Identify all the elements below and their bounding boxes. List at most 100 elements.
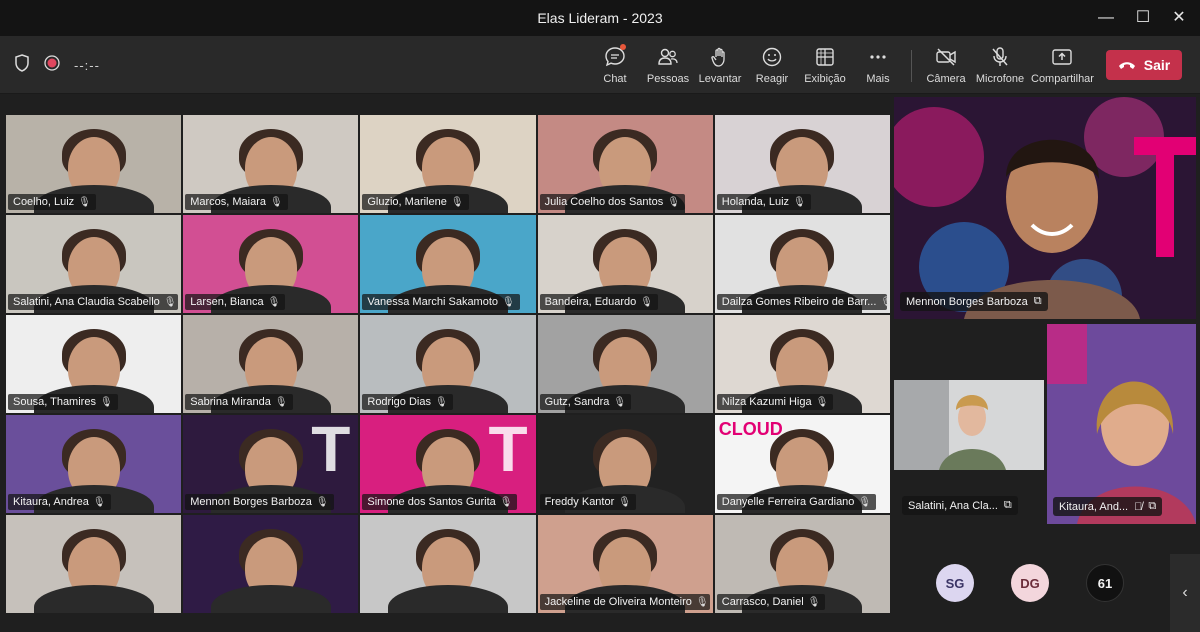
participant-video-body (210, 585, 331, 613)
participant-name: Coelho, Luiz (13, 196, 75, 208)
participant-tile[interactable]: Julia Coelho dos Santos 🎙 (536, 114, 714, 214)
participant-tile[interactable]: Dailza Gomes Ribeiro de Barr...🎙 (713, 214, 891, 314)
participant-tile[interactable]: Kitaura, Andrea 🎙 (5, 414, 183, 514)
share-icon (1052, 49, 1072, 65)
participant-name: Rodrigo Dias (367, 396, 431, 408)
minimize-button[interactable]: — (1094, 6, 1118, 30)
share-button[interactable]: Compartilhar (1031, 44, 1094, 88)
meeting-toolbar: --:-- Chat Pessoas Levantar Reagir Exibi… (0, 36, 1200, 94)
participant-tile[interactable]: Sabrina Miranda 🎙 (182, 314, 360, 414)
participant-name-tag: Dailza Gomes Ribeiro de Barr...🎙 (716, 294, 890, 310)
maximize-button[interactable]: ☐ (1131, 6, 1155, 30)
more-button[interactable]: Mais (847, 44, 909, 88)
participant-tile[interactable]: CLOUD Danyelle Ferreira Gardiano 🎙 (713, 414, 891, 514)
participant-tile[interactable]: Holanda, Luiz 🎙 (713, 114, 891, 214)
participant-tile[interactable]: Vanessa Marchi Sakamoto 🎙 (359, 214, 537, 314)
mic-off-icon: 🎙 (858, 496, 872, 508)
participant-tile[interactable]: Carrasco, Daniel 🎙 (713, 514, 891, 614)
participant-video-body (33, 585, 154, 613)
participant-tile[interactable]: Gutz, Sandra 🎙 (536, 314, 714, 414)
side-participant-name-2: Kitaura, And... (1059, 500, 1129, 513)
participant-name-tag: Coelho, Luiz 🎙 (8, 194, 96, 210)
participant-video-body (387, 585, 508, 613)
avatar-dg[interactable]: DG (1011, 564, 1049, 602)
brand-logo-letter: T (488, 414, 528, 485)
participant-name: Salatini, Ana Claudia Scabello (13, 296, 160, 308)
shield-icon (14, 54, 30, 77)
participant-tile[interactable]: Larsen, Bianca 🎙 (182, 214, 360, 314)
featured-participant-name: Mennon Borges Barboza (906, 295, 1028, 308)
participant-name: Dailza Gomes Ribeiro de Barr... (721, 296, 877, 308)
participant-name-tag: Julia Coelho dos Santos 🎙 (539, 194, 685, 210)
side-video-background (894, 380, 1044, 470)
participant-tile[interactable]: Jackeline de Oliveira Monteiro 🎙 (536, 514, 714, 614)
participant-name-tag: Holanda, Luiz 🎙 (716, 194, 811, 210)
side-video-tile-salatini[interactable] (894, 380, 1044, 470)
participant-name-tag: Nilza Kazumi Higa 🎙 (716, 394, 834, 410)
participant-tile[interactable]: Coelho, Luiz 🎙 (5, 114, 183, 214)
hang-up-icon (1118, 62, 1135, 69)
mic-off-icon: 🎙 (613, 396, 627, 408)
meeting-timer: --:-- (74, 58, 100, 73)
participant-tile[interactable]: Marcos, Maiara 🎙 (182, 114, 360, 214)
camera-off-icon (936, 48, 956, 66)
chevron-left-icon: ‹ (1182, 584, 1188, 601)
mic-off-icon: 🎙 (793, 196, 806, 208)
participant-name-tag: Sabrina Miranda 🎙 (185, 394, 293, 410)
featured-video-tile[interactable]: Mennon Borges Barboza ⧉ (894, 97, 1196, 319)
participant-tile[interactable] (359, 514, 537, 614)
mic-off-icon: 🎙 (434, 396, 448, 408)
participant-tile[interactable]: Bandeira, Eduardo 🎙 (536, 214, 714, 314)
participant-tile[interactable] (182, 514, 360, 614)
participant-name-tag: Kitaura, Andrea 🎙 (8, 494, 111, 510)
mic-off-icon: 🎙 (667, 196, 680, 208)
participant-name: Sousa, Thamires (13, 396, 96, 408)
screen-share-indicator-icon: ⧉ (1148, 500, 1157, 512)
participant-name: Carrasco, Daniel (721, 596, 804, 608)
leave-button[interactable]: Sair (1106, 50, 1182, 80)
screen-share-indicator-icon: ⧉ (1033, 295, 1042, 307)
microphone-button[interactable]: Microfone (969, 44, 1031, 88)
mic-off-icon: 🎙 (99, 396, 113, 408)
title-bar: Elas Lideram - 2023 — ☐ ✕ (0, 0, 1200, 36)
side-video-background (1047, 324, 1196, 524)
participant-tile[interactable]: T Simone dos Santos Gurita 🎙 (359, 414, 537, 514)
participant-tile[interactable]: T Mennon Borges Barboza 🎙 (182, 414, 360, 514)
participant-name: Sabrina Miranda (190, 396, 271, 408)
mic-off-icon: 🎙 (807, 596, 821, 608)
window-title: Elas Lideram - 2023 (537, 10, 663, 26)
mic-off-icon: 🎙 (502, 296, 515, 308)
participant-tile[interactable] (5, 514, 183, 614)
people-icon (658, 48, 678, 65)
more-label: Mais (866, 73, 890, 85)
microphone-label: Microfone (975, 73, 1025, 85)
mic-off-icon: 🎙 (640, 296, 653, 308)
participant-tile[interactable]: Gluzio, Marilene 🎙 (359, 114, 537, 214)
overflow-participants-count[interactable]: 61 (1086, 564, 1124, 602)
participant-tile[interactable]: Rodrigo Dias 🎙 (359, 314, 537, 414)
participant-name-tag: Freddy Kantor 🎙 (539, 494, 636, 510)
mic-off-icon: 🎙 (315, 496, 329, 508)
participant-name: Bandeira, Eduardo (544, 296, 637, 308)
avatar-sg[interactable]: SG (936, 564, 974, 602)
participant-tile[interactable]: Salatini, Ana Claudia Scabello 🎙 (5, 214, 183, 314)
participant-name: Danyelle Ferreira Gardiano (721, 496, 855, 508)
participant-name: Mennon Borges Barboza (190, 496, 312, 508)
raise-hand-icon (711, 47, 725, 67)
mic-off-icon: 🎙 (269, 196, 283, 208)
mic-off-icon: 🎙 (499, 496, 513, 508)
recording-icon (44, 55, 60, 76)
mic-off-icon: 🎙 (815, 396, 829, 408)
participant-name: Nilza Kazumi Higa (721, 396, 812, 408)
camera-button[interactable]: Câmera (915, 44, 977, 88)
side-video-tile-kitaura[interactable]: Kitaura, And... 🎙̸ ⧉ (1047, 324, 1196, 524)
mic-off-icon: 🎙 (450, 196, 464, 208)
participant-tile[interactable]: Freddy Kantor 🎙 (536, 414, 714, 514)
close-button[interactable]: ✕ (1167, 6, 1191, 30)
participant-name-tag: Bandeira, Eduardo 🎙 (539, 294, 658, 310)
collapse-panel-button[interactable]: ‹ (1170, 554, 1200, 632)
screen-share-indicator-icon: ⧉ (1003, 499, 1012, 511)
participant-tile[interactable]: Nilza Kazumi Higa 🎙 (713, 314, 891, 414)
cloud-banner-text: CLOUD (718, 419, 783, 439)
participant-tile[interactable]: Sousa, Thamires 🎙 (5, 314, 183, 414)
